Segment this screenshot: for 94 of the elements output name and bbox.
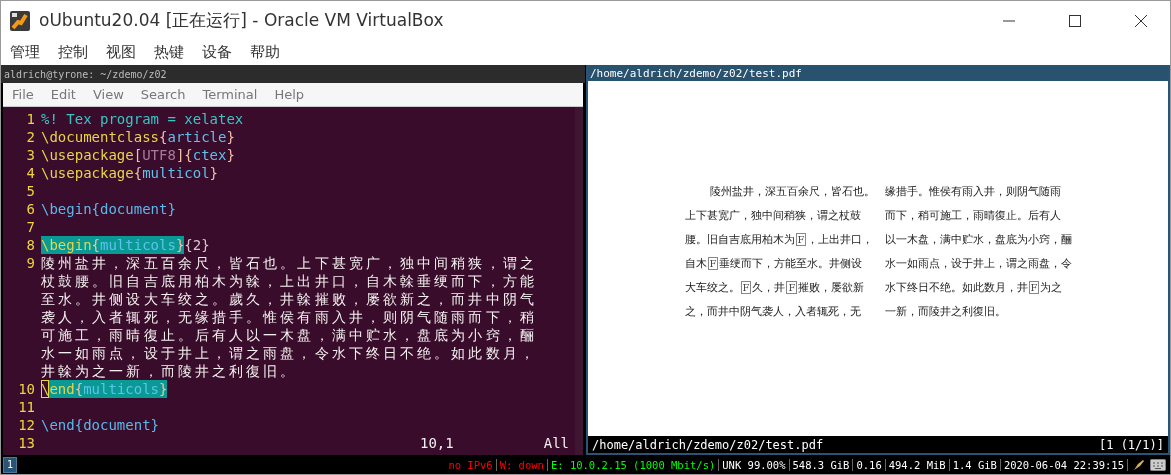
status-item: 2020-06-04 22:39:15 [1000, 458, 1128, 471]
text-line: 之，而井中阴气袭人，入者辄死，无 [684, 304, 861, 319]
code-text: { [159, 128, 168, 146]
text-line: 腰。旧自吉底用柏木为 F ，上出井口， [684, 232, 874, 248]
code-text: } [226, 128, 235, 146]
menu-item[interactable]: 管理 [10, 43, 40, 62]
code-text: multicols [100, 236, 176, 254]
status-item: 1.4 GiB [949, 458, 1001, 471]
line-number: 2 [25, 128, 36, 146]
code-text: 水一如雨点，设于井上，谓之雨盘，令水下终日不绝。如此数月， [41, 344, 537, 362]
code-text: 袭人，入者辄死，无缘措手。惟侯有雨入井，则阴气随雨而下，稍 [41, 308, 537, 326]
code-text: 可施工，雨晴復止。后有人以一木盘，满中贮水，盘底为小窍，酾 [41, 326, 537, 344]
code-text: 杖鼓腰。旧自吉底用柏木为榦，上出井口，自木榦垂绠而下，方能 [41, 272, 537, 290]
code-text: multicols [83, 380, 160, 398]
code-text: 至水。井侧设大车绞之。歲久，井榦摧败，屡欲新之，而井中阴气 [41, 290, 537, 308]
menu-item[interactable]: File [12, 87, 34, 102]
code-text: [ [133, 146, 143, 164]
scroll-position: All [543, 435, 569, 451]
app-icon [9, 9, 31, 32]
tag-icon[interactable] [1132, 457, 1146, 472]
code-text: 陵州盐井，深五百余尺，皆石也。上下甚宽广，独中间稍狭，谓之 [41, 254, 537, 272]
text-line: 大车绞之。 F 久，井 F 摧败，屡欲新 [684, 280, 865, 296]
close-icon [1135, 14, 1147, 27]
line-number: 6 [25, 200, 36, 218]
menu-item[interactable]: 控制 [58, 43, 88, 62]
menu-item[interactable]: 热键 [154, 43, 184, 62]
menu-item[interactable]: 设备 [202, 43, 232, 62]
line-number: 7 [25, 218, 36, 236]
line-number: 11 [17, 398, 36, 416]
menu-item[interactable]: Search [140, 87, 186, 102]
code-text: {2} [184, 236, 210, 254]
code-text: } [209, 164, 219, 182]
menu-item[interactable]: Help [274, 87, 305, 102]
text-line: 而下，稍可施工，雨晴復止。后有人 [884, 208, 1061, 223]
text-line: 水一如雨点，设于井上，谓之雨盘，令 [884, 256, 1072, 271]
status-item: no IPv6 [445, 458, 497, 471]
menu-item[interactable]: View [92, 87, 124, 102]
status-item: 0.16 [853, 458, 886, 471]
code-text: \begin{document} [41, 200, 176, 218]
menu-item[interactable]: 帮助 [250, 43, 280, 62]
text-line: 缘措手。惟侯有雨入井，则阴气随雨 [884, 184, 1061, 199]
line-number: 1 [25, 110, 36, 128]
viewer-title: /home/aldrich/zdemo/z02/test.pdf [588, 65, 1168, 81]
code-text: \usepackage [41, 146, 134, 164]
line-number: 4 [25, 164, 36, 182]
menu-item[interactable]: 视图 [106, 43, 136, 62]
line-number: 8 [25, 236, 36, 254]
code-text: } [159, 380, 168, 398]
code-text: \end{document} [41, 416, 159, 434]
code-text: } [175, 236, 185, 254]
code-text: UTF8 [142, 146, 176, 164]
code-text: %! Tex program = xelatex [41, 110, 244, 128]
text-line: 水下终日不绝。如此数月，井 F 为之 [884, 280, 1063, 296]
page-indicator: [1 (1/1)] [1098, 437, 1164, 452]
text-line: 一新，而陵井之利復旧。 [884, 304, 1006, 319]
line-number: 12 [17, 416, 36, 434]
menu-item[interactable]: Edit [50, 87, 76, 102]
code-text: multicol [142, 164, 210, 182]
keyboard-icon[interactable] [1150, 458, 1166, 471]
code-text: ]{ [175, 146, 193, 164]
code-text: ctex [192, 146, 227, 164]
cursor-position: 10,1 [420, 435, 454, 451]
text-line: 陵州盐井，深五百余尺，皆石也。 [708, 184, 875, 199]
code-text: \ [41, 380, 50, 398]
code-text: end [49, 380, 75, 398]
text-line: 以一木盘，满中贮水，盘底为小窍，酾 [884, 232, 1072, 247]
text-line: 自木 F 垂绠而下，方能至水。井侧设 [684, 256, 863, 272]
scrollbar[interactable] [575, 107, 583, 455]
code-text: \usepackage [41, 164, 134, 182]
status-item: E: 10.0.2.15 (1000 Mbit/s) [547, 458, 720, 471]
line-number: 13 [17, 434, 36, 452]
code-text: article [167, 128, 227, 146]
code-text: { [74, 380, 84, 398]
status-item: W: down [496, 458, 548, 471]
maximize-icon [1069, 14, 1081, 27]
code-text: \documentclass [41, 128, 159, 146]
status-item: 494.2 MiB [885, 458, 950, 471]
line-number: 5 [25, 182, 36, 200]
file-path: /home/aldrich/zdemo/z02/test.pdf [592, 437, 824, 452]
line-number: 9 [25, 254, 36, 272]
code-text: { [91, 236, 100, 254]
code-text: } [226, 146, 235, 164]
code-text: \begin [41, 236, 92, 254]
workspace-button[interactable]: 1 [3, 456, 18, 473]
text-line: 上下甚宽广，独中间稍狭，谓之杖鼓 [684, 208, 861, 223]
status-item: 548.3 GiB [789, 458, 854, 471]
terminal-title: aldrich@tyrone: ~/zdemo/z02 [1, 65, 585, 83]
menu-item[interactable]: Terminal [202, 87, 258, 102]
window-title: oUbuntu20.04 [正在运行] - Oracle VM VirtualBox [39, 9, 445, 32]
status-item: UNK 99.00% [719, 458, 790, 471]
line-number: 10 [17, 380, 36, 398]
line-number: 3 [25, 146, 36, 164]
code-text: { [133, 164, 143, 182]
code-text: 井榦为之一新，而陵井之利復旧。 [41, 362, 298, 380]
